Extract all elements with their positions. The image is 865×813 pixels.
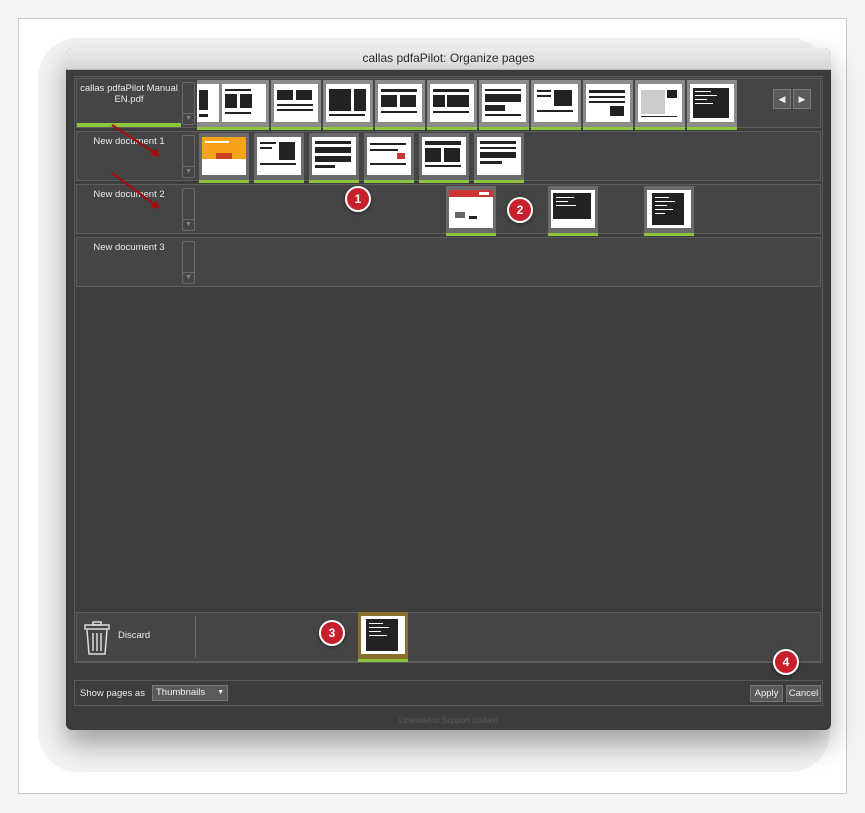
document-row-source[interactable]: callas pdfaPilot Manual EN.pdf ▼ ◀ ▶ [76,78,821,130]
document-row-new-2[interactable]: New document 2 ▼ [76,184,821,236]
annotation-badge-2: 2 [507,197,533,223]
page-thumbnail[interactable] [419,133,469,183]
page-thumbnail[interactable] [364,133,414,183]
chevron-down-icon: ▼ [183,113,194,124]
organize-pages-window: callas pdfaPilot: Organize pages callas … [66,48,831,730]
chevron-down-icon: ▼ [183,166,194,177]
page-scroll-controls: ◀ ▶ [773,89,811,109]
discard-row[interactable]: Discard [76,612,821,662]
page-thumbnail[interactable] [687,80,737,130]
page-thumbnail[interactable] [548,186,598,236]
divider [195,616,196,658]
chevron-down-icon: ▼ [183,219,194,230]
page-thumbnail[interactable] [644,186,694,236]
page-thumbnail[interactable] [531,80,581,130]
document-row-new-3[interactable]: New document 3 ▼ [76,237,821,287]
page-thumbnail[interactable] [635,80,685,130]
license-text: Licensed to Support (callas) [398,716,499,725]
view-mode-select[interactable]: Thumbnails ▼ [152,685,228,701]
documents-panel: callas pdfaPilot Manual EN.pdf ▼ ◀ ▶ New [74,76,823,663]
row-label: callas pdfaPilot Manual EN.pdf [80,83,178,105]
annotation-arrow [111,124,160,157]
page-thumbnail[interactable] [479,80,529,130]
chevron-down-icon: ▼ [183,272,194,283]
page-thumbnail[interactable] [427,80,477,130]
apply-button[interactable]: Apply [750,685,783,702]
page-thumbnail[interactable] [375,80,425,130]
discard-label: Discard [118,630,151,641]
chevron-down-icon: ▼ [217,689,224,696]
bottom-toolbar: Show pages as Thumbnails ▼ Apply Cancel [74,680,823,706]
page-thumbnail[interactable] [323,80,373,130]
row-collapse-toggle[interactable]: ▼ [182,188,195,231]
window-title: callas pdfaPilot: Organize pages [66,48,831,70]
chevron-right-icon[interactable]: ▶ [793,89,811,109]
page-thumbnail[interactable] [474,133,524,183]
page-thumbnail-selected[interactable] [358,612,408,662]
page-thumbnail[interactable] [219,80,269,130]
page-thumbnail[interactable] [199,133,249,183]
view-mode-value: Thumbnails [156,687,206,698]
show-pages-label: Show pages as [80,688,145,699]
row-collapse-toggle[interactable]: ▼ [182,82,195,125]
annotation-badge-4: 4 [773,649,799,675]
document-row-new-1[interactable]: New document 1 ▼ [76,131,821,183]
annotation-badge-3: 3 [319,620,345,646]
chevron-left-icon[interactable]: ◀ [773,89,791,109]
page-thumbnail[interactable] [271,80,321,130]
cancel-button[interactable]: Cancel [786,685,821,702]
page-thumbnail[interactable] [254,133,304,183]
page-thumbnail[interactable] [446,186,496,236]
row-collapse-toggle[interactable]: ▼ [182,135,195,178]
annotation-arrow [111,172,160,209]
page-thumbnail[interactable] [309,133,359,183]
annotation-badge-1: 1 [345,186,371,212]
trash-icon [84,621,110,655]
page-thumbnail[interactable] [583,80,633,130]
row-label: New document 3 [93,242,165,253]
row-collapse-toggle[interactable]: ▼ [182,241,195,284]
